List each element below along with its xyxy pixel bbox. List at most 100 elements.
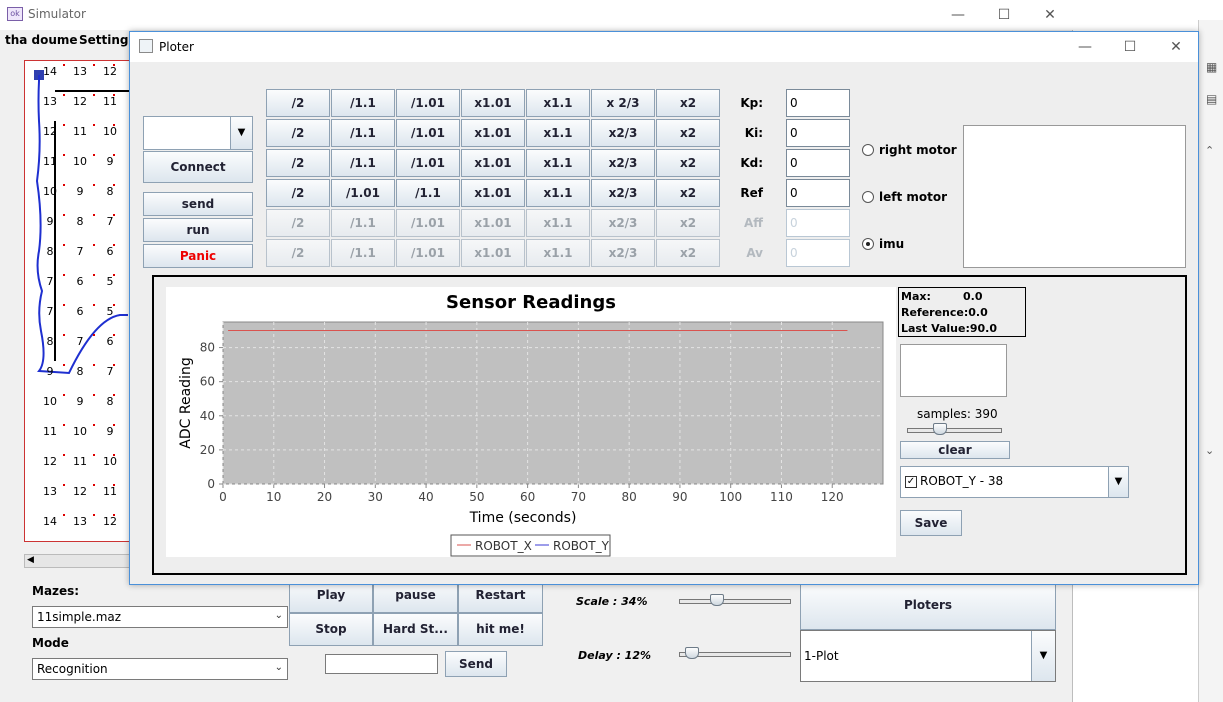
maximize-icon[interactable]: ☐ — [984, 4, 1024, 26]
gain-input-row1[interactable]: 0 — [786, 119, 850, 147]
ploters-button[interactable]: Ploters — [800, 584, 1056, 630]
maze-post — [63, 94, 65, 96]
connect-button[interactable]: Connect — [143, 151, 253, 183]
minimize-icon[interactable]: — — [938, 4, 978, 26]
gain-button-mul2_3-row0[interactable]: x 2/3 — [591, 89, 655, 117]
maze-cell-value: 5 — [106, 275, 114, 288]
scale-slider-thumb[interactable] — [710, 594, 724, 606]
close-icon[interactable]: ✕ — [1030, 4, 1070, 26]
gain-button-mul1_1-row1[interactable]: x1.1 — [526, 119, 590, 147]
port-select[interactable]: ▼ — [143, 116, 253, 150]
last-value-label: Last Value: — [901, 322, 970, 335]
x-tick-label: 10 — [266, 490, 281, 504]
gain-button-div1_01-row3[interactable]: /1.1 — [396, 179, 460, 207]
gain-input-row0[interactable]: 0 — [786, 89, 850, 117]
maze-post — [93, 394, 95, 396]
gain-button-mul2-row0[interactable]: x2 — [656, 89, 720, 117]
stats-textarea[interactable] — [900, 344, 1007, 397]
ploter-window: Ploter — ☐ ✕ ▼ Connect send run Panic ri… — [129, 31, 1199, 585]
panic-button[interactable]: Panic — [143, 244, 253, 268]
clear-button[interactable]: clear — [900, 441, 1010, 459]
x-tick-label: 90 — [672, 490, 687, 504]
maze-post — [93, 64, 95, 66]
gain-button-div2-row2[interactable]: /2 — [266, 149, 330, 177]
output-textarea[interactable] — [963, 125, 1186, 268]
gain-button-mul1_1-row3[interactable]: x1.1 — [526, 179, 590, 207]
gain-button-mul1_1-row2[interactable]: x1.1 — [526, 149, 590, 177]
gain-input-row4: 0 — [786, 209, 850, 237]
gain-button-div2-row1[interactable]: /2 — [266, 119, 330, 147]
gain-button-div1_01-row0[interactable]: /1.01 — [396, 89, 460, 117]
samples-slider-thumb[interactable] — [933, 423, 947, 435]
y-tick-label: 60 — [200, 375, 215, 389]
sim-send-button[interactable]: Send — [445, 651, 507, 677]
save-button[interactable]: Save — [900, 510, 962, 536]
y-tick-label: 80 — [200, 341, 215, 355]
gain-button-mul1_01-row3[interactable]: x1.01 — [461, 179, 525, 207]
ploter-title-bar: Ploter — ☐ ✕ — [130, 32, 1198, 62]
gain-button-mul2_3-row1[interactable]: x2/3 — [591, 119, 655, 147]
maze-select[interactable]: 11simple.maz ⌄ — [32, 606, 288, 628]
gain-input-row2[interactable]: 0 — [786, 149, 850, 177]
maze-post — [93, 304, 95, 306]
chevron-down-icon[interactable]: ▼ — [1031, 631, 1055, 681]
maze-cell-value: 10 — [43, 185, 57, 198]
run-button[interactable]: run — [143, 218, 253, 242]
hard-stop-button[interactable]: Hard St... — [373, 613, 458, 646]
scale-slider[interactable] — [679, 599, 791, 604]
plot-select-value: 1-Plot — [804, 649, 839, 663]
close-icon[interactable]: ✕ — [1156, 36, 1196, 58]
maze-scrollbar[interactable]: ◀ — [24, 554, 132, 568]
gain-button-mul1_01-row0[interactable]: x1.01 — [461, 89, 525, 117]
plot-select[interactable]: 1-Plot ▼ — [800, 630, 1056, 682]
gain-button-mul2-row3[interactable]: x2 — [656, 179, 720, 207]
gain-button-div2-row5: /2 — [266, 239, 330, 267]
mode-select[interactable]: Recognition ⌄ — [32, 658, 288, 680]
menu-settings[interactable]: Settings — [79, 33, 136, 47]
gain-button-div1_1-row0[interactable]: /1.1 — [331, 89, 395, 117]
gain-button-div1_01-row2[interactable]: /1.01 — [396, 149, 460, 177]
chevron-down-icon[interactable]: ▼ — [1108, 467, 1128, 497]
reference-value: 0.0 — [968, 306, 988, 319]
gain-button-mul2_3-row2[interactable]: x2/3 — [591, 149, 655, 177]
gain-button-div1_1-row1[interactable]: /1.1 — [331, 119, 395, 147]
chevron-down-icon[interactable]: ⌄ — [1205, 444, 1214, 457]
series-select[interactable]: ✓ ROBOT_Y - 38 ▼ — [900, 466, 1129, 498]
gain-button-mul1_1-row0[interactable]: x1.1 — [526, 89, 590, 117]
right-motor-radio[interactable] — [862, 144, 874, 156]
menu-tha-doume[interactable]: tha doume — [5, 33, 78, 47]
minimize-icon[interactable]: — — [1065, 36, 1105, 58]
left-motor-radio[interactable] — [862, 191, 874, 203]
gain-button-div2-row0[interactable]: /2 — [266, 89, 330, 117]
gain-button-div1_01-row1[interactable]: /1.01 — [396, 119, 460, 147]
checkbox-checked-icon[interactable]: ✓ — [905, 475, 917, 488]
maze-cell-value: 8 — [106, 185, 114, 198]
maze-cell-value: 7 — [106, 215, 114, 228]
gain-button-mul2_3-row3[interactable]: x2/3 — [591, 179, 655, 207]
delay-slider-thumb[interactable] — [685, 647, 699, 659]
imu-radio[interactable] — [862, 238, 874, 250]
gain-button-div2-row3[interactable]: /2 — [266, 179, 330, 207]
scroll-left-icon[interactable]: ◀ — [27, 555, 34, 565]
maze-cell-value: 11 — [43, 425, 57, 438]
gain-button-mul2-row1[interactable]: x2 — [656, 119, 720, 147]
chevron-up-icon[interactable]: ⌃ — [1205, 144, 1214, 157]
gain-button-mul1_01-row2[interactable]: x1.01 — [461, 149, 525, 177]
imu-label: imu — [879, 237, 905, 251]
gain-button-mul2-row2[interactable]: x2 — [656, 149, 720, 177]
maze-post — [113, 514, 115, 516]
gain-button-mul1_01-row1[interactable]: x1.01 — [461, 119, 525, 147]
samples-slider[interactable] — [907, 428, 1002, 433]
send-button[interactable]: send — [143, 192, 253, 216]
gain-input-row3[interactable]: 0 — [786, 179, 850, 207]
stop-button[interactable]: Stop — [289, 613, 373, 646]
x-tick-label: 120 — [821, 490, 844, 504]
send-input[interactable] — [325, 654, 438, 674]
chevron-down-icon[interactable]: ▼ — [230, 117, 252, 149]
gain-button-mul2-row4: x2 — [656, 209, 720, 237]
maximize-icon[interactable]: ☐ — [1110, 36, 1150, 58]
gain-button-div1_1-row2[interactable]: /1.1 — [331, 149, 395, 177]
gain-button-div1_1-row3[interactable]: /1.01 — [331, 179, 395, 207]
hit-me-button[interactable]: hit me! — [458, 613, 543, 646]
y-tick-label: 20 — [200, 443, 215, 457]
